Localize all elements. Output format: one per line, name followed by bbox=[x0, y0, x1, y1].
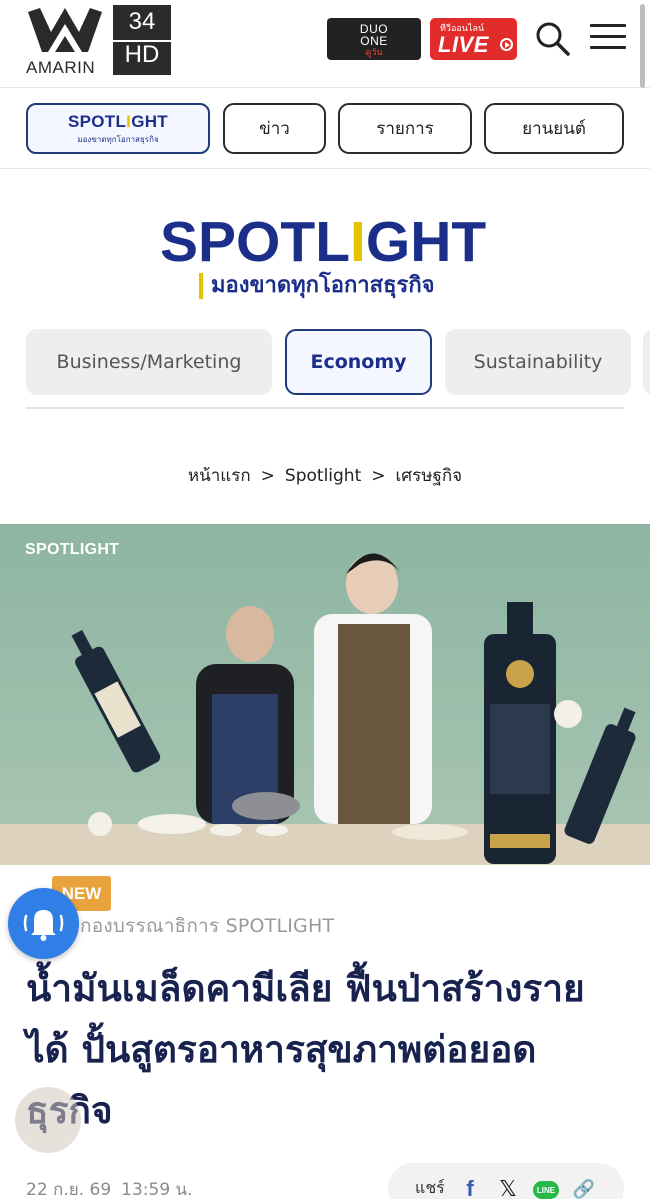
x-icon[interactable]: 𝕏 bbox=[496, 1176, 520, 1199]
live-label: LIVE bbox=[438, 32, 489, 57]
nav-spotlight[interactable]: SPOTLIGHT มองขาดทุกโอกาสธุรกิจ bbox=[26, 103, 210, 154]
channel-number: 34 bbox=[128, 8, 156, 35]
share-bar: แชร์ f 𝕏 LINE 🔗 bbox=[388, 1163, 624, 1199]
article-author[interactable]: กองบรรณาธิการ SPOTLIGHT bbox=[80, 911, 334, 941]
hamburger-menu-button[interactable] bbox=[590, 24, 626, 56]
hero-image[interactable]: SPOTLIGHT bbox=[0, 524, 650, 865]
spotlight-tagline: มองขาดทุกโอกาสธุรกิจ bbox=[199, 273, 435, 299]
amarin-crown-icon bbox=[28, 8, 102, 52]
search-icon bbox=[536, 22, 570, 56]
live-tv-button[interactable]: ทีวีออนไลน์ LIVE bbox=[430, 18, 517, 60]
top-header: AMARIN 34 HD DUO ONE ดูวัน ทีวีออนไลน์ L… bbox=[0, 0, 650, 88]
divider bbox=[26, 407, 624, 409]
duo-one-button[interactable]: DUO ONE ดูวัน bbox=[327, 18, 421, 60]
headline-line: น้ำมันเมล็ดคามีเลีย ฟื้นป่าสร้างราย bbox=[26, 967, 585, 1010]
breadcrumb-home[interactable]: หน้าแรก bbox=[188, 466, 251, 486]
breadcrumb-separator: > bbox=[260, 466, 275, 486]
tab-sustainability[interactable]: Sustainability bbox=[445, 329, 631, 395]
headline-line: ได้ ปั้นสูตรอาหารสุขภาพต่อยอด bbox=[26, 1028, 537, 1071]
duo-line2: ONE bbox=[360, 34, 388, 48]
amarin-logo[interactable]: AMARIN bbox=[26, 6, 104, 77]
spotlight-nav-logo: SPOTLIGHT bbox=[68, 111, 168, 131]
category-tabs: Business/Marketing Economy Sustainabilit… bbox=[0, 328, 650, 408]
play-icon bbox=[500, 38, 513, 51]
duo-line3: ดูวัน bbox=[365, 47, 383, 57]
search-button[interactable] bbox=[534, 20, 570, 58]
amarin-wordmark: AMARIN bbox=[26, 58, 96, 77]
tab-overflow[interactable] bbox=[643, 329, 650, 395]
facebook-icon[interactable]: f bbox=[458, 1176, 482, 1199]
tab-economy[interactable]: Economy bbox=[285, 329, 432, 395]
hero-spotlight-watermark: SPOTLIGHT bbox=[25, 541, 120, 558]
article-time: 13:59 น. bbox=[121, 1180, 193, 1199]
nav-news[interactable]: ข่าว bbox=[223, 103, 326, 154]
tab-business-marketing[interactable]: Business/Marketing bbox=[26, 329, 272, 395]
channel-34hd-logo[interactable]: 34 HD bbox=[113, 5, 171, 75]
channel-suffix: HD bbox=[124, 41, 160, 68]
spotlight-logo[interactable]: SPOTLIGHT bbox=[160, 210, 486, 274]
breadcrumb-separator: > bbox=[371, 466, 386, 486]
menu-line-icon bbox=[590, 35, 626, 38]
menu-line-icon bbox=[590, 24, 626, 27]
share-label: แชร์ bbox=[415, 1178, 445, 1197]
article-headline: น้ำมันเมล็ดคามีเลีย ฟื้นป่าสร้างราย ได้ … bbox=[26, 958, 626, 1141]
floating-avatar[interactable] bbox=[15, 1087, 81, 1153]
bell-icon bbox=[23, 910, 64, 941]
breadcrumb: หน้าแรก > Spotlight > เศรษฐกิจ bbox=[0, 462, 650, 489]
page-scrollbar[interactable] bbox=[640, 4, 645, 88]
spotlight-nav-tagline: มองขาดทุกโอกาสธุรกิจ bbox=[77, 134, 159, 144]
main-nav: SPOTLIGHT มองขาดทุกโอกาสธุรกิจ ข่าว รายก… bbox=[0, 89, 650, 169]
article-date: 22 ก.ย. 69 bbox=[26, 1180, 112, 1199]
spotlight-brand: SPOTLIGHT มองขาดทุกโอกาสธุรกิจ bbox=[0, 200, 650, 310]
breadcrumb-current[interactable]: เศรษฐกิจ bbox=[396, 466, 463, 486]
article-dateline: 22 ก.ย. 69 13:59 น. bbox=[26, 1176, 193, 1199]
link-icon[interactable]: 🔗 bbox=[572, 1177, 596, 1199]
nav-programs[interactable]: รายการ bbox=[338, 103, 472, 154]
breadcrumb-section[interactable]: Spotlight bbox=[285, 466, 361, 486]
notification-bell-button[interactable] bbox=[8, 888, 79, 959]
nav-automotive[interactable]: ยานยนต์ bbox=[484, 103, 624, 154]
hero-photo bbox=[0, 524, 650, 865]
menu-line-icon bbox=[590, 46, 626, 49]
line-icon[interactable]: LINE bbox=[533, 1181, 559, 1199]
